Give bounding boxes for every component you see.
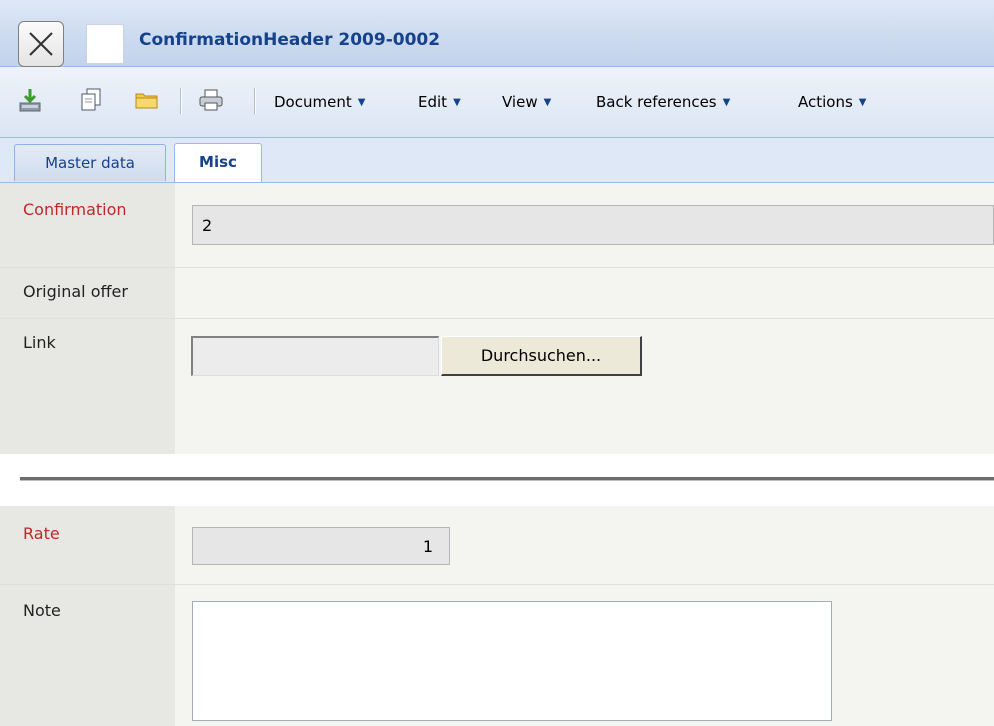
browse-button[interactable]: Durchsuchen... xyxy=(441,336,642,376)
field-cell xyxy=(175,268,994,318)
window-title: ConfirmationHeader 2009-0002 xyxy=(139,30,441,50)
confirmation-field: 2 xyxy=(192,205,994,245)
note-textarea[interactable] xyxy=(192,601,832,721)
chevron-down-icon: ▼ xyxy=(858,97,867,108)
tab-misc[interactable]: Misc xyxy=(174,143,262,182)
menu-document-label: Document xyxy=(274,93,352,111)
window-titlebar: ConfirmationHeader 2009-0002 xyxy=(0,0,994,67)
link-label: Link xyxy=(23,333,56,352)
menu-actions[interactable]: Actions ▼ xyxy=(798,93,867,111)
menu-document[interactable]: Document ▼ xyxy=(274,93,365,111)
note-label: Note xyxy=(23,601,61,620)
form-row-rate: Rate xyxy=(0,506,994,584)
label-cell xyxy=(0,506,175,584)
menu-edit[interactable]: Edit ▼ xyxy=(418,93,461,111)
menu-view-label: View xyxy=(502,93,538,111)
save-icon[interactable] xyxy=(17,87,43,113)
rate-field: 1 xyxy=(192,527,450,565)
folder-icon[interactable] xyxy=(134,87,160,113)
rate-label: Rate xyxy=(23,524,60,543)
document-icon-placeholder xyxy=(86,24,124,64)
original-offer-label: Original offer xyxy=(23,282,128,301)
chevron-down-icon: ▼ xyxy=(453,97,461,108)
tab-master-data[interactable]: Master data xyxy=(14,144,166,181)
chevron-down-icon: ▼ xyxy=(722,97,731,108)
menu-back-references-label: Back references xyxy=(596,93,717,111)
chevron-down-icon: ▼ xyxy=(543,97,552,108)
print-icon[interactable] xyxy=(198,87,224,113)
toolbar-separator xyxy=(254,88,256,114)
app-window: ConfirmationHeader 2009-0002 Document ▼ E… xyxy=(0,0,994,726)
menu-edit-label: Edit xyxy=(418,93,448,111)
close-button[interactable] xyxy=(18,21,64,67)
toolbar-separator xyxy=(180,88,182,114)
form-row-original-offer: Original offer xyxy=(0,268,994,318)
confirmation-label: Confirmation xyxy=(23,200,127,219)
copy-icon[interactable] xyxy=(78,87,104,113)
label-cell xyxy=(0,183,175,267)
menu-back-references[interactable]: Back references ▼ xyxy=(596,93,730,111)
menu-view[interactable]: View ▼ xyxy=(502,93,551,111)
link-file-input[interactable] xyxy=(191,336,439,376)
chevron-down-icon: ▼ xyxy=(357,97,366,108)
horizontal-rule xyxy=(20,477,994,481)
close-icon xyxy=(29,32,53,56)
menu-actions-label: Actions xyxy=(798,93,853,111)
